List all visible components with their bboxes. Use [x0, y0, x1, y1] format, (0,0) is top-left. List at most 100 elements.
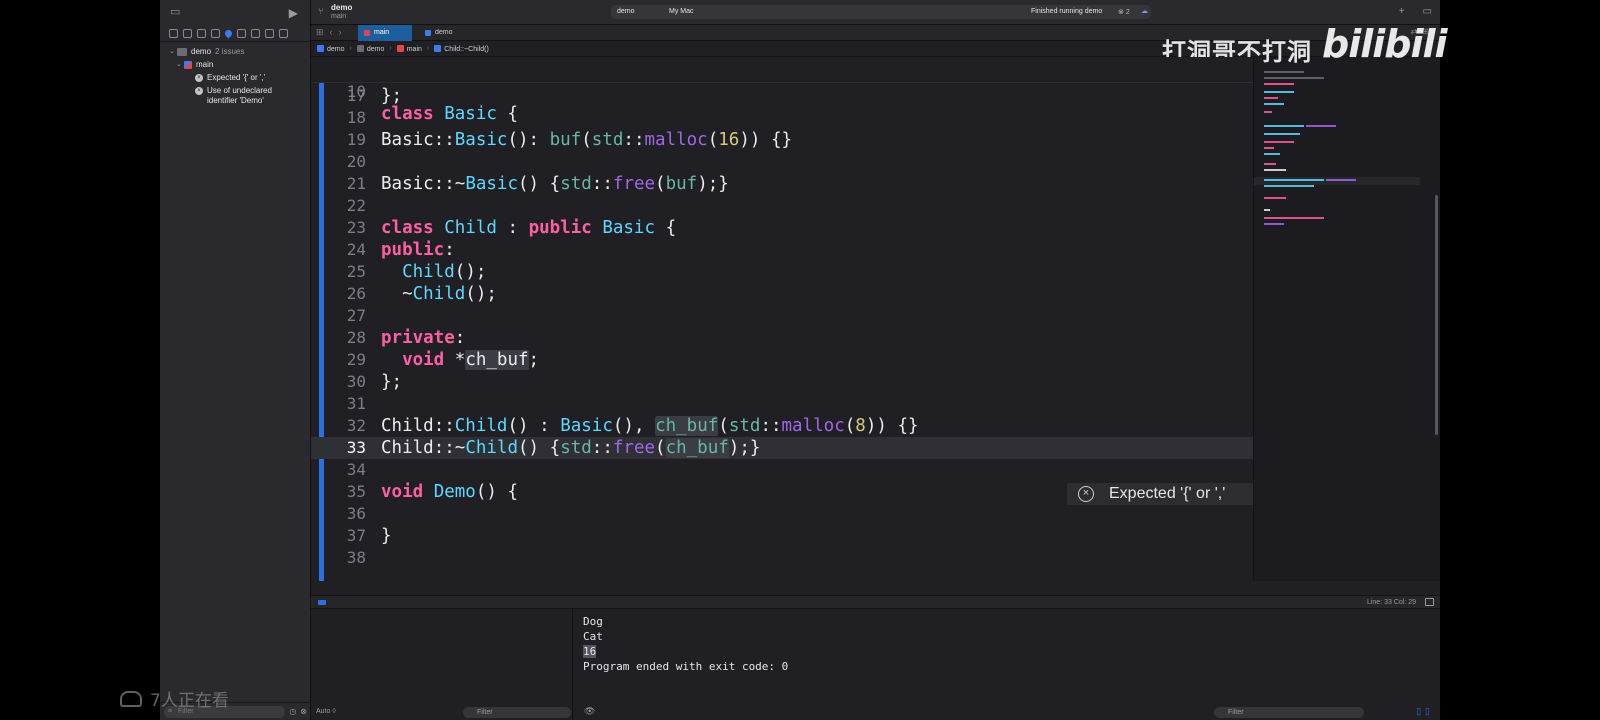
- tree-file-row[interactable]: ⌄ main: [160, 60, 310, 73]
- line-number: 31: [346, 394, 366, 413]
- split-view-icons[interactable]: ▯▯: [1416, 706, 1434, 717]
- issue-item[interactable]: × Use of undeclared identifier 'Demo': [160, 86, 310, 108]
- tab-navigation-icons[interactable]: ⊞‹›: [316, 27, 348, 38]
- error-count-badge[interactable]: ⊗ 2: [1118, 8, 1130, 16]
- tab-demo[interactable]: demo: [419, 25, 473, 41]
- code-line[interactable]: 20: [311, 151, 1253, 173]
- line-number: 21: [346, 174, 366, 193]
- error-icon: ×: [195, 87, 203, 95]
- chevron-down-icon[interactable]: ⌄: [176, 60, 184, 70]
- project-icon: [425, 30, 431, 36]
- add-icon[interactable]: +: [1399, 6, 1405, 17]
- code-line[interactable]: 26 ~Child();: [311, 283, 1253, 305]
- code-line[interactable]: 10 class Basic {: [311, 59, 1253, 124]
- scheme-branch[interactable]: main: [331, 13, 346, 20]
- breadcrumb-item[interactable]: demo: [356, 44, 384, 53]
- error-icon: ×: [1078, 486, 1094, 502]
- code-line[interactable]: 34: [311, 459, 1253, 481]
- breadcrumb-separator: ›: [349, 45, 352, 52]
- minimap[interactable]: [1253, 57, 1440, 581]
- code-line[interactable]: 30};: [311, 371, 1253, 393]
- scheme-name[interactable]: demo: [331, 3, 352, 12]
- code-line[interactable]: 28 private:: [311, 327, 1253, 349]
- code-text: };: [381, 372, 403, 392]
- issue-filter-icon[interactable]: ⊗: [300, 707, 307, 716]
- sidebar-toggle-icon[interactable]: ▭: [170, 7, 180, 18]
- project-name: demo: [191, 47, 212, 56]
- issue-navigator-icon[interactable]: [223, 28, 234, 38]
- navigator-topbar: ▭ ▶: [160, 0, 310, 25]
- run-button-icon[interactable]: ▶: [289, 7, 298, 19]
- variables-view[interactable]: [311, 609, 573, 720]
- file-name: main: [196, 60, 214, 69]
- inspector-toggle-icon[interactable]: ▭: [1423, 6, 1432, 17]
- code-line[interactable]: 27: [311, 305, 1253, 327]
- variables-scope-selector[interactable]: Auto ◊: [316, 708, 336, 715]
- line-number: 38: [346, 548, 366, 567]
- viewer-count-text: 7人正在看: [150, 691, 229, 711]
- sticky-scope-header[interactable]: 10 class Basic {: [311, 57, 1253, 124]
- file-icon: [184, 61, 192, 69]
- code-text: Basic::Basic(): buf(std::malloc(16)) {}: [381, 130, 793, 150]
- issue-count: 2 issues: [215, 47, 245, 56]
- folder-icon[interactable]: [169, 28, 178, 38]
- code-text: public:: [381, 240, 455, 260]
- inline-error-annotation[interactable]: × Expected '{' or ',': [1067, 483, 1253, 505]
- issue-text: Expected '{' or ',': [207, 73, 266, 82]
- chevron-down-icon[interactable]: ⌄: [169, 47, 177, 57]
- editor-status-bar: Line: 33 Col: 29: [311, 595, 1440, 609]
- line-number: 28: [346, 328, 366, 347]
- source-editor[interactable]: 10 class Basic { 17}; 18 19 Basic::Basic():…: [311, 57, 1253, 581]
- tree-project-row[interactable]: ⌄ demo 2 issues: [160, 47, 310, 60]
- panel-toggle-icon[interactable]: [1425, 598, 1434, 606]
- test-icon[interactable]: [237, 28, 246, 38]
- code-text: Child::Child() : Basic(), ch_buf(std::ma…: [381, 416, 919, 436]
- code-text: Child::~Child() {std::free(ch_buf);}: [381, 438, 761, 458]
- line-number: 32: [346, 416, 366, 435]
- editor-scrollbar[interactable]: [1435, 195, 1438, 435]
- eye-icon[interactable]: 👁: [584, 706, 595, 717]
- line-number: 24: [346, 240, 366, 259]
- code-line[interactable]: 21 Basic::~Basic() {std::free(buf);}: [311, 173, 1253, 195]
- code-line[interactable]: 25 Child();: [311, 261, 1253, 283]
- code-line[interactable]: 24 public:: [311, 239, 1253, 261]
- console-filter-input[interactable]: Filter: [1214, 707, 1364, 718]
- variables-filter-input[interactable]: Filter: [463, 707, 571, 718]
- console-line: Cat: [583, 630, 603, 643]
- run-target[interactable]: demo: [617, 8, 635, 15]
- search-icon[interactable]: [211, 28, 220, 38]
- code-line[interactable]: 36: [311, 503, 1253, 525]
- console-output[interactable]: Dog Cat 16 Program ended with exit code:…: [583, 614, 788, 674]
- debug-area: Dog Cat 16 Program ended with exit code:…: [311, 609, 1440, 720]
- code-line[interactable]: 38: [311, 547, 1253, 569]
- issue-item[interactable]: × Expected '{' or ',': [160, 73, 310, 86]
- breadcrumb-separator: ›: [426, 45, 430, 52]
- inline-error-text: Expected '{' or ',': [1109, 485, 1226, 502]
- line-number: 22: [346, 196, 366, 215]
- recent-filter-icon[interactable]: ◷: [289, 707, 296, 716]
- breadcrumb-item[interactable]: Child::~Child(): [434, 44, 489, 53]
- line-number: 23: [346, 218, 366, 237]
- error-icon: ×: [195, 74, 203, 82]
- debug-area-toggle-icon[interactable]: [318, 600, 326, 605]
- code-line[interactable]: 19 Basic::Basic(): buf(std::malloc(16)) {…: [311, 129, 1253, 151]
- code-line[interactable]: 29 void *ch_buf;: [311, 349, 1253, 371]
- code-line[interactable]: 22: [311, 195, 1253, 217]
- viewers-icon: [120, 690, 142, 707]
- tab-main[interactable]: main: [358, 25, 412, 41]
- code-line[interactable]: 31: [311, 393, 1253, 415]
- code-line[interactable]: 37}: [311, 525, 1253, 547]
- code-line[interactable]: 32 Child::Child() : Basic(), ch_buf(std::…: [311, 415, 1253, 437]
- bookmark-icon[interactable]: [197, 28, 206, 38]
- report-icon[interactable]: [279, 28, 288, 38]
- debug-icon[interactable]: [251, 28, 260, 38]
- breadcrumb-item[interactable]: demo: [317, 44, 345, 53]
- source-control-icon[interactable]: [183, 28, 192, 38]
- code-line[interactable]: 23 class Child : public Basic {: [311, 217, 1253, 239]
- current-code-line[interactable]: 33 Child::~Child() {std::free(ch_buf);}: [311, 437, 1253, 459]
- minimap-graphic: [1254, 71, 1420, 225]
- breakpoint-icon[interactable]: [265, 28, 274, 38]
- breadcrumb-item[interactable]: main: [396, 44, 422, 53]
- run-destination[interactable]: My Mac: [669, 8, 694, 15]
- branch-icon: ⑂: [318, 6, 324, 16]
